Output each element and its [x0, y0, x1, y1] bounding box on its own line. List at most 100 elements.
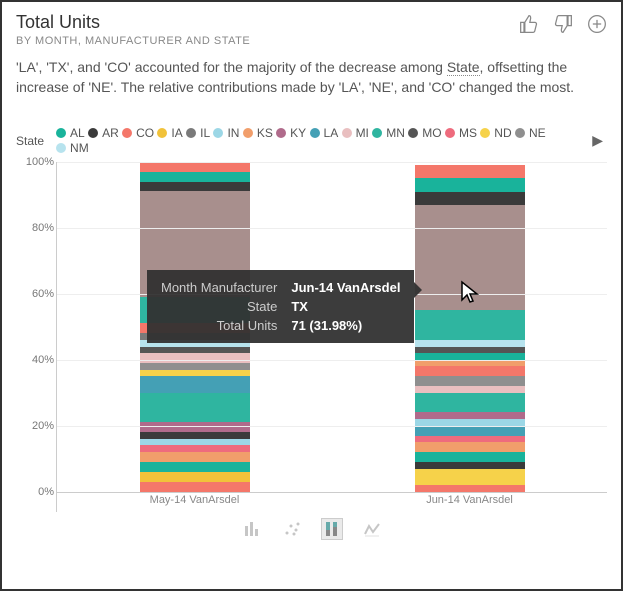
bar-segment[interactable]	[140, 445, 250, 452]
thumbs-down-icon[interactable]	[553, 14, 573, 39]
chart-tooltip: Month Manufacturer Jun-14 VanArsdel Stat…	[147, 270, 414, 343]
legend-item-label: IA	[171, 126, 182, 140]
swatch-icon	[515, 128, 525, 138]
legend-item-il[interactable]: IL	[186, 126, 210, 140]
legend-item-label: KY	[290, 126, 306, 140]
bar-segment[interactable]	[140, 172, 250, 182]
legend-scroll-right-icon[interactable]: ▶	[588, 132, 607, 149]
legend-item-label: LA	[324, 126, 339, 140]
swatch-icon	[213, 128, 223, 138]
tooltip-key-total: Total Units	[161, 318, 277, 333]
bar-segment[interactable]	[415, 360, 525, 367]
plot-area: May-14 VanArsdelJun-14 VanArsdel Month M…	[56, 162, 607, 512]
bar-segment[interactable]	[140, 482, 250, 492]
view-column-icon[interactable]	[241, 518, 263, 540]
bar-segment[interactable]	[140, 432, 250, 439]
legend-item-label: MS	[459, 126, 477, 140]
swatch-icon	[243, 128, 253, 138]
swatch-icon	[186, 128, 196, 138]
gridline	[57, 426, 607, 427]
view-switcher	[16, 518, 607, 540]
x-axis-label: May-14 VanArsdel	[135, 494, 255, 512]
bar-segment[interactable]	[415, 436, 525, 443]
legend-item-label: AR	[102, 126, 119, 140]
bar-segment[interactable]	[415, 178, 525, 191]
legend-item-co[interactable]: CO	[122, 126, 154, 140]
swatch-icon	[310, 128, 320, 138]
legend-item-al[interactable]: AL	[56, 126, 85, 140]
legend-item-ia[interactable]: IA	[157, 126, 182, 140]
tooltip-val-state: TX	[291, 299, 400, 314]
bar-segment[interactable]	[415, 426, 525, 436]
plus-circle-icon[interactable]	[587, 14, 607, 39]
legend-item-ne[interactable]: NE	[515, 126, 546, 140]
bar-segment[interactable]	[415, 192, 525, 205]
bar-segment[interactable]	[415, 340, 525, 347]
legend-item-label: NM	[70, 141, 89, 155]
bar-segment[interactable]	[415, 469, 525, 486]
bar-segment[interactable]	[415, 386, 525, 393]
legend-item-in[interactable]: IN	[213, 126, 239, 140]
bar-segment[interactable]	[140, 472, 250, 482]
legend-item-label: IN	[227, 126, 239, 140]
y-tick-label: 100%	[26, 156, 54, 168]
insight-pre: 'LA', 'TX', and 'CO' accounted for the m…	[16, 59, 447, 75]
gridline	[57, 228, 607, 229]
swatch-icon	[56, 128, 66, 138]
bar-segment[interactable]	[140, 162, 250, 172]
legend-item-nd[interactable]: ND	[480, 126, 511, 140]
legend-item-label: AL	[70, 126, 85, 140]
view-stacked-icon[interactable]	[321, 518, 343, 540]
bar-segment[interactable]	[140, 439, 250, 446]
legend-item-la[interactable]: LA	[310, 126, 339, 140]
bar-segment[interactable]	[415, 310, 525, 340]
legend-item-ms[interactable]: MS	[445, 126, 477, 140]
legend-item-label: MO	[422, 126, 441, 140]
legend-item-ks[interactable]: KS	[243, 126, 273, 140]
stacked-bar[interactable]	[415, 162, 525, 492]
bar-segment[interactable]	[415, 347, 525, 354]
bar-segment[interactable]	[415, 393, 525, 413]
legend-item-label: NE	[529, 126, 546, 140]
bar-segment[interactable]	[140, 393, 250, 423]
bar-segment[interactable]	[140, 422, 250, 432]
legend-item-nm[interactable]: NM	[56, 141, 89, 155]
view-scatter-icon[interactable]	[281, 518, 303, 540]
thumbs-up-icon[interactable]	[519, 14, 539, 39]
swatch-icon	[276, 128, 286, 138]
view-ribbon-icon[interactable]	[361, 518, 383, 540]
legend-item-label: KS	[257, 126, 273, 140]
bar-segment[interactable]	[415, 462, 525, 469]
bar-segment[interactable]	[140, 462, 250, 472]
bar-segment[interactable]	[140, 370, 250, 377]
bar-segment[interactable]	[140, 353, 250, 363]
stacked-bar-chart: 0%20%40%60%80%100% May-14 VanArsdelJun-1…	[16, 162, 607, 512]
page-subtitle: BY MONTH, MANUFACTURER AND STATE	[16, 35, 250, 47]
bar-segment[interactable]	[140, 363, 250, 370]
legend-item-mo[interactable]: MO	[408, 126, 441, 140]
bar-segment[interactable]	[415, 442, 525, 452]
insight-link-state[interactable]: State	[447, 59, 480, 76]
y-axis: 0%20%40%60%80%100%	[16, 162, 56, 512]
bar-segment[interactable]	[415, 452, 525, 462]
legend-item-mi[interactable]: MI	[342, 126, 369, 140]
bar-segment[interactable]	[415, 485, 525, 492]
gridline	[57, 360, 607, 361]
bar-segment[interactable]	[415, 366, 525, 376]
y-tick-label: 0%	[38, 486, 54, 498]
legend-item-ky[interactable]: KY	[276, 126, 306, 140]
tooltip-key-month: Month Manufacturer	[161, 280, 277, 295]
bar-segment[interactable]	[415, 412, 525, 419]
bar-segment[interactable]	[415, 376, 525, 386]
legend-item-label: CO	[136, 126, 154, 140]
bar-segment[interactable]	[140, 452, 250, 462]
legend-item-label: MN	[386, 126, 405, 140]
insight-text: 'LA', 'TX', and 'CO' accounted for the m…	[16, 57, 607, 98]
bar-segment[interactable]	[415, 165, 525, 178]
swatch-icon	[342, 128, 352, 138]
bar-segment[interactable]	[140, 376, 250, 393]
bar-segment[interactable]	[140, 347, 250, 354]
bar-segment[interactable]	[140, 182, 250, 192]
legend-item-ar[interactable]: AR	[88, 126, 119, 140]
legend-item-mn[interactable]: MN	[372, 126, 405, 140]
